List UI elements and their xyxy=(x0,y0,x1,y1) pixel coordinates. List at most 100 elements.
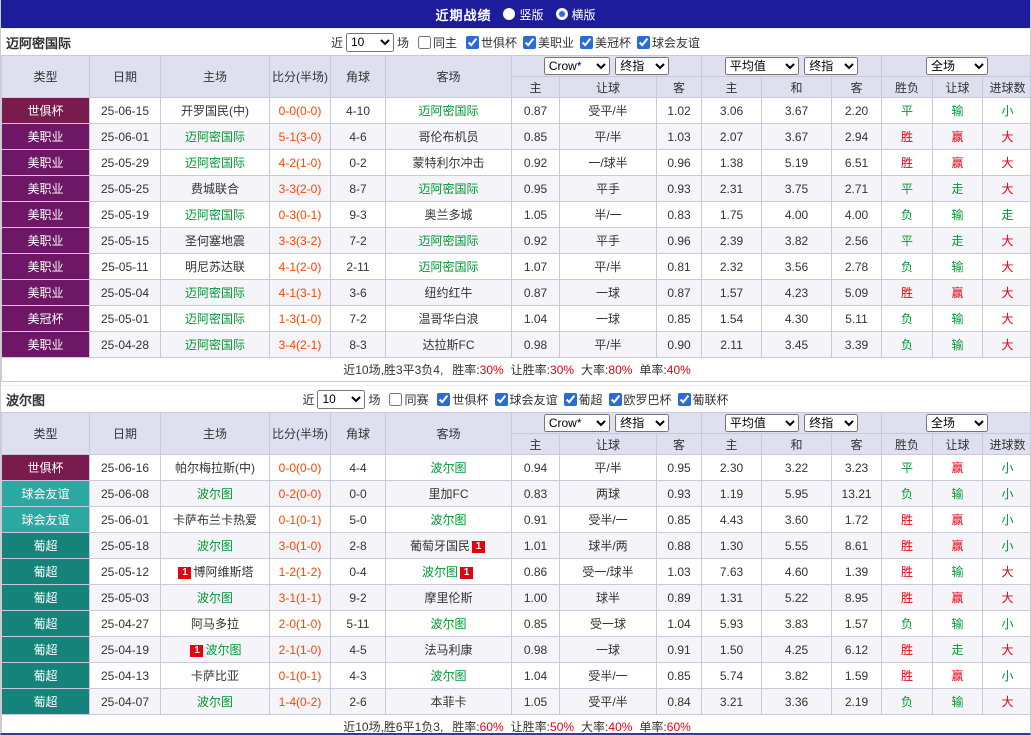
same-filter-checkbox[interactable] xyxy=(389,393,402,406)
match-score[interactable]: 4-1(3-1) xyxy=(270,280,331,306)
home-team[interactable]: 圣何塞地震 xyxy=(161,228,270,254)
competition-checkbox[interactable] xyxy=(580,36,593,49)
away-team[interactable]: 奥兰多城 xyxy=(386,202,512,228)
scope-select[interactable]: 全场 xyxy=(926,57,988,75)
match-score[interactable]: 0-0(0-0) xyxy=(270,98,331,124)
competition-checkbox[interactable] xyxy=(564,393,577,406)
bookmaker-select[interactable]: Crow* xyxy=(544,414,610,432)
away-team[interactable]: 摩里伦斯 xyxy=(386,585,512,611)
home-team[interactable]: 迈阿密国际 xyxy=(161,306,270,332)
match-score[interactable]: 3-0(1-0) xyxy=(270,533,331,559)
competition-checkbox[interactable] xyxy=(678,393,691,406)
match-score[interactable]: 1-4(0-2) xyxy=(270,689,331,715)
competition-filter[interactable]: 葡联杯 xyxy=(678,391,729,408)
home-team[interactable]: 迈阿密国际 xyxy=(161,202,270,228)
match-count-select[interactable]: 10 xyxy=(317,390,365,409)
match-score[interactable]: 2-1(1-0) xyxy=(270,637,331,663)
layout-option-horizontal[interactable]: 横版 xyxy=(556,6,596,23)
match-score[interactable]: 5-1(3-0) xyxy=(270,124,331,150)
competition-filter[interactable]: 美职业 xyxy=(523,34,574,51)
competition-filter[interactable]: 球会友谊 xyxy=(495,391,558,408)
competition-filter[interactable]: 美冠杯 xyxy=(580,34,631,51)
away-team[interactable]: 波尔图1 xyxy=(386,559,512,585)
competition-checkbox[interactable] xyxy=(523,36,536,49)
away-team[interactable]: 波尔图 xyxy=(386,507,512,533)
home-team[interactable]: 开罗国民(中) xyxy=(161,98,270,124)
away-team[interactable]: 迈阿密国际 xyxy=(386,254,512,280)
home-team[interactable]: 卡萨布兰卡热爱 xyxy=(161,507,270,533)
home-team[interactable]: 波尔图 xyxy=(161,585,270,611)
home-team[interactable]: 迈阿密国际 xyxy=(161,280,270,306)
away-team[interactable]: 波尔图 xyxy=(386,663,512,689)
home-team[interactable]: 帕尔梅拉斯(中) xyxy=(161,455,270,481)
scope-select[interactable]: 全场 xyxy=(926,414,988,432)
average-select[interactable]: 平均值 xyxy=(725,414,799,432)
match-score[interactable]: 4-1(2-0) xyxy=(270,254,331,280)
match-score[interactable]: 1-2(1-2) xyxy=(270,559,331,585)
final-odds-select-2[interactable]: 终指 xyxy=(804,414,858,432)
away-team[interactable]: 达拉斯FC xyxy=(386,332,512,358)
asian-away-odds: 1.03 xyxy=(657,559,702,585)
same-filter[interactable]: 同主 xyxy=(418,34,457,51)
match-score[interactable]: 2-0(1-0) xyxy=(270,611,331,637)
match-score[interactable]: 3-1(1-1) xyxy=(270,585,331,611)
away-team[interactable]: 哥伦布机员 xyxy=(386,124,512,150)
match-score[interactable]: 0-1(0-1) xyxy=(270,663,331,689)
away-team[interactable]: 波尔图 xyxy=(386,455,512,481)
away-team[interactable]: 葡萄牙国民1 xyxy=(386,533,512,559)
away-team[interactable]: 纽约红牛 xyxy=(386,280,512,306)
bookmaker-select[interactable]: Crow* xyxy=(544,57,610,75)
competition-checkbox[interactable] xyxy=(466,36,479,49)
home-team[interactable]: 1波尔图 xyxy=(161,637,270,663)
handicap-line: 平/半 xyxy=(560,124,657,150)
home-team[interactable]: 迈阿密国际 xyxy=(161,150,270,176)
away-team[interactable]: 蒙特利尔冲击 xyxy=(386,150,512,176)
home-team[interactable]: 1博阿维斯塔 xyxy=(161,559,270,585)
away-team[interactable]: 迈阿密国际 xyxy=(386,98,512,124)
away-team[interactable]: 法马利康 xyxy=(386,637,512,663)
competition-filter[interactable]: 欧罗巴杯 xyxy=(609,391,672,408)
home-team[interactable]: 明尼苏达联 xyxy=(161,254,270,280)
away-team[interactable]: 里加FC xyxy=(386,481,512,507)
match-count-select[interactable]: 10 xyxy=(346,33,394,52)
home-team[interactable]: 迈阿密国际 xyxy=(161,332,270,358)
same-filter[interactable]: 同赛 xyxy=(389,391,428,408)
home-team[interactable]: 波尔图 xyxy=(161,481,270,507)
home-team[interactable]: 费城联合 xyxy=(161,176,270,202)
away-team[interactable]: 波尔图 xyxy=(386,611,512,637)
average-select[interactable]: 平均值 xyxy=(725,57,799,75)
match-score[interactable]: 3-3(3-2) xyxy=(270,228,331,254)
final-odds-select-2[interactable]: 终指 xyxy=(804,57,858,75)
match-score[interactable]: 0-2(0-0) xyxy=(270,481,331,507)
competition-checkbox[interactable] xyxy=(495,393,508,406)
match-score[interactable]: 3-4(2-1) xyxy=(270,332,331,358)
competition-checkbox[interactable] xyxy=(637,36,650,49)
home-team[interactable]: 波尔图 xyxy=(161,689,270,715)
competition-checkbox[interactable] xyxy=(609,393,622,406)
away-team[interactable]: 迈阿密国际 xyxy=(386,228,512,254)
competition-filter[interactable]: 球会友谊 xyxy=(637,34,700,51)
match-score[interactable]: 0-3(0-1) xyxy=(270,202,331,228)
layout-option-vertical[interactable]: 竖版 xyxy=(503,6,543,23)
match-score[interactable]: 3-3(2-0) xyxy=(270,176,331,202)
competition-filter[interactable]: 世俱杯 xyxy=(466,34,517,51)
match-score[interactable]: 0-1(0-1) xyxy=(270,507,331,533)
away-team[interactable]: 温哥华白浪 xyxy=(386,306,512,332)
same-filter-checkbox[interactable] xyxy=(418,36,431,49)
away-team[interactable]: 迈阿密国际 xyxy=(386,176,512,202)
match-score[interactable]: 0-0(0-0) xyxy=(270,455,331,481)
match-score[interactable]: 4-2(1-0) xyxy=(270,150,331,176)
final-odds-select[interactable]: 终指 xyxy=(615,414,669,432)
match-score[interactable]: 1-3(1-0) xyxy=(270,306,331,332)
away-team[interactable]: 本菲卡 xyxy=(386,689,512,715)
asian-away-odds: 0.84 xyxy=(657,689,702,715)
competition-filter[interactable]: 葡超 xyxy=(564,391,603,408)
final-odds-select[interactable]: 终指 xyxy=(615,57,669,75)
home-team[interactable]: 阿马多拉 xyxy=(161,611,270,637)
summary-row: 近10场,胜6平1负3,胜率:60%让胜率:50%大率:40%单率:60% xyxy=(2,715,1031,735)
competition-filter[interactable]: 世俱杯 xyxy=(437,391,488,408)
home-team[interactable]: 卡萨比亚 xyxy=(161,663,270,689)
home-team[interactable]: 波尔图 xyxy=(161,533,270,559)
home-team[interactable]: 迈阿密国际 xyxy=(161,124,270,150)
competition-checkbox[interactable] xyxy=(437,393,450,406)
